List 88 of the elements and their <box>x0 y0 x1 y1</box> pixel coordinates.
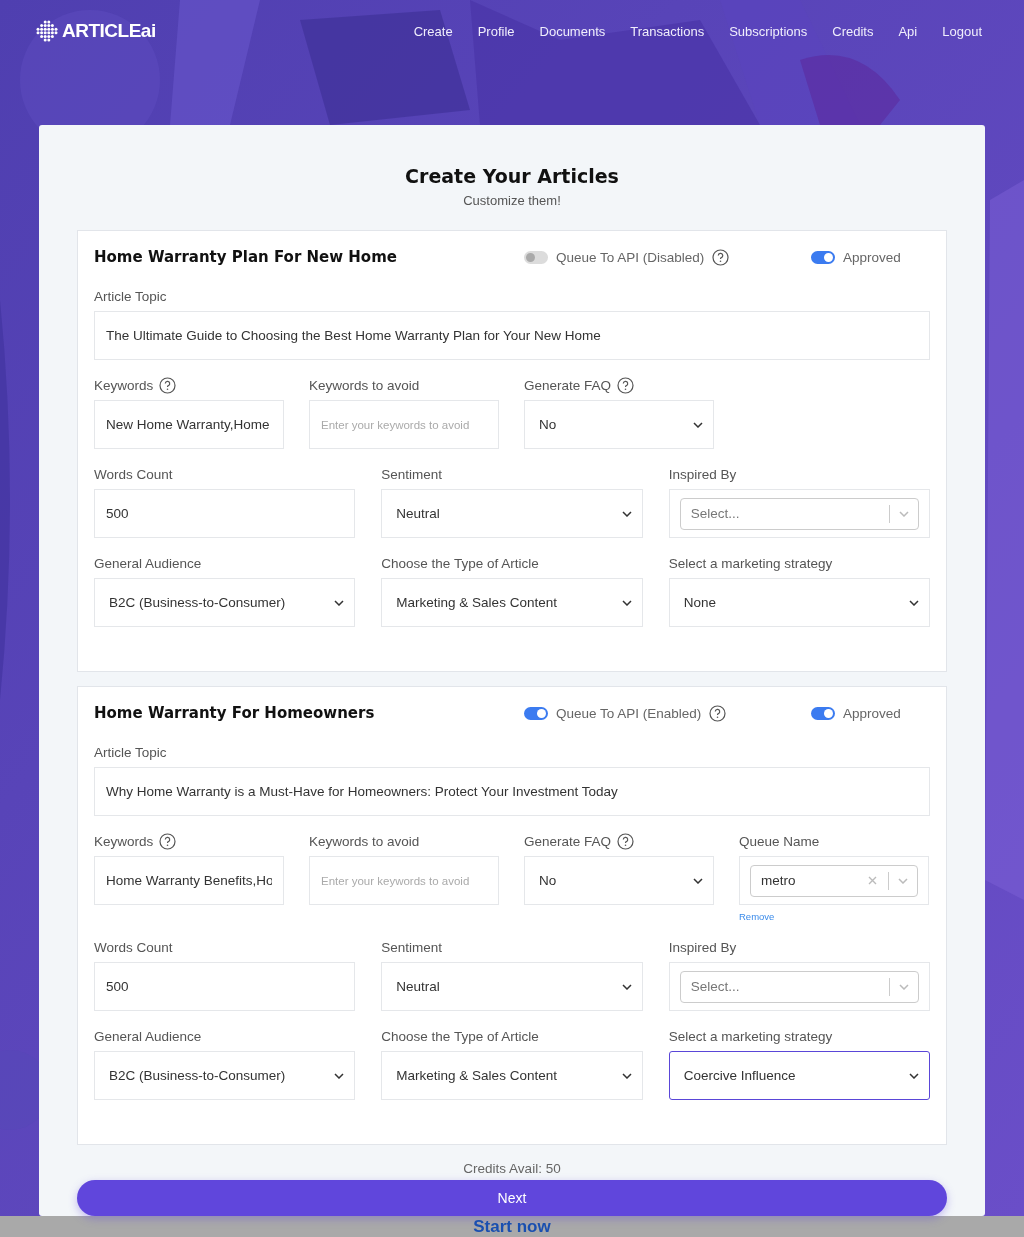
nav-link[interactable]: Profile <box>477 24 515 39</box>
chevron-down-icon <box>334 599 345 606</box>
combo-placeholder: Select... <box>690 506 741 521</box>
toggle-label: Approved <box>843 705 901 721</box>
select-dropdown[interactable]: B2C (Business-to-Consumer) <box>94 1051 356 1100</box>
combo-select[interactable]: Select... <box>679 970 919 1003</box>
select-dropdown[interactable]: Marketing & Sales Content <box>381 578 643 627</box>
field-label: Article Topic <box>94 288 167 304</box>
combo-placeholder: Select... <box>690 979 741 994</box>
select-dropdown[interactable]: No <box>524 400 714 449</box>
select-dropdown[interactable]: Coercive Influence <box>668 1051 930 1100</box>
field-label: Sentiment <box>381 466 443 482</box>
field-label: Keywords <box>94 833 154 849</box>
chevron-down-icon <box>898 877 908 884</box>
approved-toggle[interactable] <box>811 250 835 264</box>
field-label: Queue Name <box>739 833 820 849</box>
queue-toggle[interactable] <box>524 250 548 264</box>
text-input[interactable]: 500 <box>94 489 356 538</box>
chevron-down-icon <box>899 983 909 990</box>
help-icon[interactable] <box>159 832 177 850</box>
chevron-down-icon <box>909 1072 919 1079</box>
combo-select[interactable]: metro <box>750 864 918 897</box>
chevron-down-icon <box>899 510 909 517</box>
field-label: Keywords to avoid <box>309 833 420 849</box>
help-icon[interactable] <box>709 704 727 722</box>
approved-toggle[interactable] <box>811 706 835 720</box>
select-dropdown[interactable]: B2C (Business-to-Consumer) <box>94 578 356 627</box>
text-input[interactable]: Why Home Warranty is a Must-Have for Homeowners: Protect Your Investment Today <box>94 767 930 816</box>
nav-link[interactable]: Logout <box>942 24 982 39</box>
chevron-down-icon <box>334 1072 345 1079</box>
toggle-label: Approved <box>843 249 901 265</box>
field-label: General Audience <box>94 1028 202 1044</box>
help-icon[interactable] <box>617 376 635 394</box>
select-dropdown[interactable]: Neutral <box>381 962 643 1011</box>
chevron-down-icon <box>909 599 919 606</box>
field-label: Choose the Type of Article <box>381 555 539 571</box>
field-label: General Audience <box>94 555 202 571</box>
field-label: Inspired By <box>668 466 737 482</box>
nav-link[interactable]: Documents <box>539 24 606 39</box>
chevron-down-icon <box>693 421 703 428</box>
chevron-down-icon <box>621 1072 632 1079</box>
chevron-down-icon <box>621 599 632 606</box>
page-title: Create Your Articles <box>405 165 619 187</box>
help-icon[interactable] <box>159 376 177 394</box>
section-title: Home Warranty Plan For New Home <box>94 248 398 266</box>
field-label: Sentiment <box>381 939 443 955</box>
nav-link[interactable]: Api <box>898 24 918 39</box>
chevron-down-icon <box>693 877 703 884</box>
nav-link[interactable]: Credits <box>832 24 874 39</box>
nav-link[interactable]: Transactions <box>630 24 705 39</box>
field-label: Words Count <box>94 466 173 482</box>
credits-text: Credits Avail: 50 <box>463 1161 561 1176</box>
nav-link[interactable]: Create <box>413 24 453 39</box>
toggle-label: Queue To API (Enabled) <box>556 705 702 721</box>
section-title: Home Warranty For Homeowners <box>94 704 376 722</box>
field-label: Keywords to avoid <box>309 377 420 393</box>
chevron-down-icon <box>621 983 632 990</box>
help-icon[interactable] <box>712 248 730 266</box>
chevron-down-icon <box>621 510 632 517</box>
text-input[interactable]: 500 <box>94 962 356 1011</box>
help-icon[interactable] <box>617 832 635 850</box>
field-label: Inspired By <box>668 939 737 955</box>
field-label: Article Topic <box>94 744 167 760</box>
text-input[interactable]: New Home Warranty,Home <box>94 400 284 449</box>
select-dropdown[interactable]: Neutral <box>381 489 643 538</box>
select-dropdown[interactable]: Marketing & Sales Content <box>381 1051 643 1100</box>
field-label: Select a marketing strategy <box>668 555 833 571</box>
field-label: Words Count <box>94 939 173 955</box>
brand-logo[interactable]: ARTICLEai <box>62 20 156 42</box>
logo-icon <box>36 20 58 42</box>
next-button[interactable]: Next <box>77 1180 947 1216</box>
select-dropdown[interactable]: No <box>524 856 714 905</box>
field-label: Generate FAQ <box>524 833 612 849</box>
field-label: Generate FAQ <box>524 377 612 393</box>
field-label: Select a marketing strategy <box>668 1028 833 1044</box>
nav-link[interactable]: Subscriptions <box>729 24 808 39</box>
text-input[interactable]: The Ultimate Guide to Choosing the Best Home Warranty Plan for Your New Home <box>94 311 930 360</box>
combo-value: metro <box>761 873 797 888</box>
combo-select[interactable]: Select... <box>679 497 919 530</box>
text-input[interactable]: Enter your keywords to avoid <box>309 856 499 905</box>
field-label: Keywords <box>94 377 154 393</box>
select-dropdown[interactable]: None <box>668 578 930 627</box>
page-subtitle: Customize them! <box>463 193 561 208</box>
field-label: Choose the Type of Article <box>381 1028 539 1044</box>
queue-toggle[interactable] <box>524 706 548 720</box>
toggle-label: Queue To API (Disabled) <box>556 249 705 265</box>
remove-link[interactable]: Remove <box>739 911 775 922</box>
text-input[interactable]: Enter your keywords to avoid <box>309 400 499 449</box>
